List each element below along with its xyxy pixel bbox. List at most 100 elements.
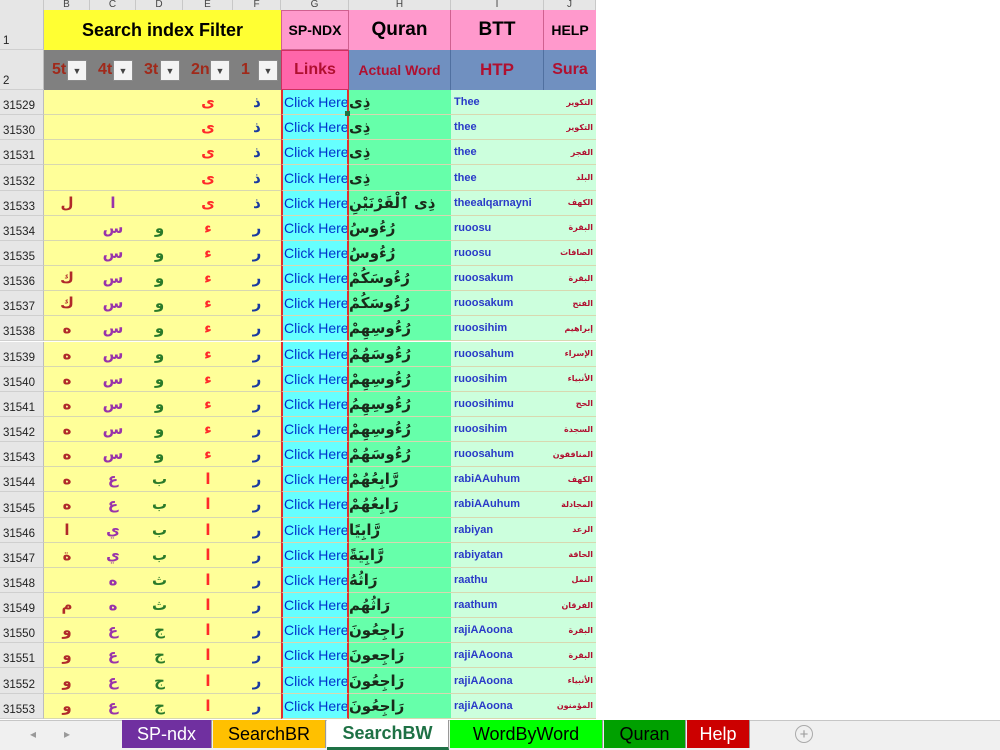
click-here-link[interactable]: Click Here bbox=[281, 593, 349, 619]
row-header[interactable]: 31538 bbox=[0, 316, 44, 342]
sura-cell[interactable]: الأنبياء bbox=[544, 366, 596, 392]
letter-cell-1[interactable]: ر bbox=[233, 291, 281, 317]
letter-cell-3[interactable] bbox=[136, 115, 183, 141]
column-header-h[interactable]: H bbox=[349, 0, 451, 10]
transliteration-cell[interactable]: raathum bbox=[451, 593, 544, 619]
sura-cell[interactable]: التكوير bbox=[544, 115, 596, 141]
sheet-tab-wordbyword[interactable]: WordByWord bbox=[450, 720, 603, 748]
actual-word-cell[interactable]: رُءُوسَكُمْ bbox=[349, 291, 451, 317]
letter-cell-5[interactable] bbox=[44, 165, 90, 191]
row-header[interactable]: 31548 bbox=[0, 567, 44, 593]
letter-cell-1[interactable]: ر bbox=[233, 442, 281, 468]
row-header[interactable]: 31541 bbox=[0, 391, 44, 417]
sheet-tab-quran[interactable]: Quran bbox=[604, 720, 686, 748]
actual-word-cell[interactable]: رَاثُهُ bbox=[349, 567, 451, 593]
letter-cell-5[interactable]: ه bbox=[44, 492, 90, 518]
letter-cell-2[interactable]: ى bbox=[183, 90, 233, 116]
letter-cell-5[interactable]: و bbox=[44, 693, 90, 719]
sura-cell[interactable]: البقرة bbox=[544, 618, 596, 644]
letter-cell-4[interactable] bbox=[90, 140, 136, 166]
actual-word-cell[interactable]: رُءُوسَهُمْ bbox=[349, 341, 451, 367]
letter-cell-1[interactable]: ر bbox=[233, 693, 281, 719]
letter-cell-2[interactable]: ء bbox=[183, 366, 233, 392]
transliteration-cell[interactable]: rabiyatan bbox=[451, 542, 544, 568]
help-button[interactable]: HELP bbox=[544, 10, 596, 50]
letter-cell-5[interactable]: ك bbox=[44, 266, 90, 292]
letter-cell-4[interactable]: س bbox=[90, 366, 136, 392]
transliteration-cell[interactable]: rajiAAoona bbox=[451, 618, 544, 644]
sura-cell[interactable]: الحاقة bbox=[544, 542, 596, 568]
letter-cell-3[interactable]: ب bbox=[136, 492, 183, 518]
letter-cell-1[interactable]: ر bbox=[233, 668, 281, 694]
sura-cell[interactable]: البلد bbox=[544, 165, 596, 191]
letter-cell-4[interactable]: س bbox=[90, 316, 136, 342]
letter-cell-4[interactable]: ا bbox=[90, 190, 136, 216]
row-header-2[interactable]: 2 bbox=[0, 50, 44, 90]
letter-cell-2[interactable]: ء bbox=[183, 416, 233, 443]
letter-cell-1[interactable]: ر bbox=[233, 492, 281, 518]
letter-cell-4[interactable]: ع bbox=[90, 618, 136, 644]
click-here-link[interactable]: Click Here bbox=[281, 391, 349, 417]
letter-cell-1[interactable]: ر bbox=[233, 341, 281, 367]
letter-cell-3[interactable]: و bbox=[136, 341, 183, 367]
letter-cell-2[interactable]: ء bbox=[183, 316, 233, 342]
letter-cell-3[interactable]: ج bbox=[136, 618, 183, 644]
click-here-link[interactable]: Click Here bbox=[281, 668, 349, 694]
transliteration-cell[interactable]: ruoosihim bbox=[451, 416, 544, 443]
letter-cell-3[interactable]: ب bbox=[136, 542, 183, 568]
sura-cell[interactable]: الفرقان bbox=[544, 593, 596, 619]
letter-cell-1[interactable]: ر bbox=[233, 215, 281, 241]
letter-cell-1[interactable]: ر bbox=[233, 391, 281, 417]
actual-word-cell[interactable]: رَّابِيَةً bbox=[349, 542, 451, 568]
letter-cell-5[interactable]: ه bbox=[44, 416, 90, 443]
click-here-link[interactable]: Click Here bbox=[281, 366, 349, 392]
letter-cell-1[interactable]: ذ bbox=[233, 90, 281, 116]
letter-cell-4[interactable]: ه bbox=[90, 567, 136, 593]
add-sheet-icon[interactable]: + bbox=[795, 725, 813, 743]
actual-word-cell[interactable]: رُءُوسِهِمُ bbox=[349, 391, 451, 417]
actual-word-cell[interactable]: رُءُوسُ bbox=[349, 240, 451, 267]
actual-word-cell[interactable]: رُءُوسَكُمْ bbox=[349, 266, 451, 292]
sura-cell[interactable]: إبراهيم bbox=[544, 316, 596, 342]
letter-cell-2[interactable]: ى bbox=[183, 190, 233, 216]
filter-dropdown-1[interactable]: ▼ bbox=[258, 60, 278, 81]
column-header-b[interactable]: B bbox=[44, 0, 90, 10]
letter-cell-3[interactable] bbox=[136, 140, 183, 166]
letter-cell-1[interactable]: ر bbox=[233, 316, 281, 342]
letter-cell-3[interactable]: و bbox=[136, 266, 183, 292]
letter-cell-3[interactable] bbox=[136, 190, 183, 216]
letter-cell-5[interactable] bbox=[44, 115, 90, 141]
quran-button[interactable]: Quran bbox=[349, 10, 451, 50]
column-header-j[interactable]: J bbox=[544, 0, 596, 10]
transliteration-cell[interactable]: rabiAAuhum bbox=[451, 492, 544, 518]
letter-cell-1[interactable]: ذ bbox=[233, 140, 281, 166]
transliteration-cell[interactable]: thee bbox=[451, 140, 544, 166]
transliteration-cell[interactable]: rajiAAoona bbox=[451, 643, 544, 669]
letter-cell-1[interactable]: ذ bbox=[233, 165, 281, 191]
letter-cell-4[interactable]: ع bbox=[90, 643, 136, 669]
letter-cell-4[interactable]: ه bbox=[90, 593, 136, 619]
row-header[interactable]: 31553 bbox=[0, 693, 44, 719]
actual-word-cell[interactable]: رُءُوسِهِمْ bbox=[349, 316, 451, 342]
click-here-link[interactable]: Click Here bbox=[281, 567, 349, 593]
transliteration-cell[interactable]: rajiAAoona bbox=[451, 668, 544, 694]
sura-cell[interactable]: الكهف bbox=[544, 467, 596, 493]
sura-cell[interactable]: الفتح bbox=[544, 291, 596, 317]
letter-cell-5[interactable] bbox=[44, 90, 90, 116]
sura-cell[interactable]: البقرة bbox=[544, 643, 596, 669]
row-header[interactable]: 31534 bbox=[0, 215, 44, 241]
scroll-right-icon[interactable]: ▸ bbox=[64, 727, 70, 741]
letter-cell-1[interactable]: ر bbox=[233, 542, 281, 568]
click-here-link[interactable]: Click Here bbox=[281, 618, 349, 644]
letter-cell-2[interactable]: ا bbox=[183, 693, 233, 719]
row-header-1[interactable]: 1 bbox=[0, 10, 44, 50]
sura-cell[interactable]: النمل bbox=[544, 567, 596, 593]
letter-cell-5[interactable]: و bbox=[44, 643, 90, 669]
letter-cell-2[interactable]: ء bbox=[183, 442, 233, 468]
letter-cell-3[interactable]: ج bbox=[136, 643, 183, 669]
filter-dropdown-4[interactable]: ▼ bbox=[113, 60, 133, 81]
row-header[interactable]: 31537 bbox=[0, 291, 44, 317]
filter-dropdown-5[interactable]: ▼ bbox=[67, 60, 87, 81]
letter-cell-1[interactable]: ذ bbox=[233, 115, 281, 141]
letter-cell-3[interactable]: و bbox=[136, 240, 183, 267]
